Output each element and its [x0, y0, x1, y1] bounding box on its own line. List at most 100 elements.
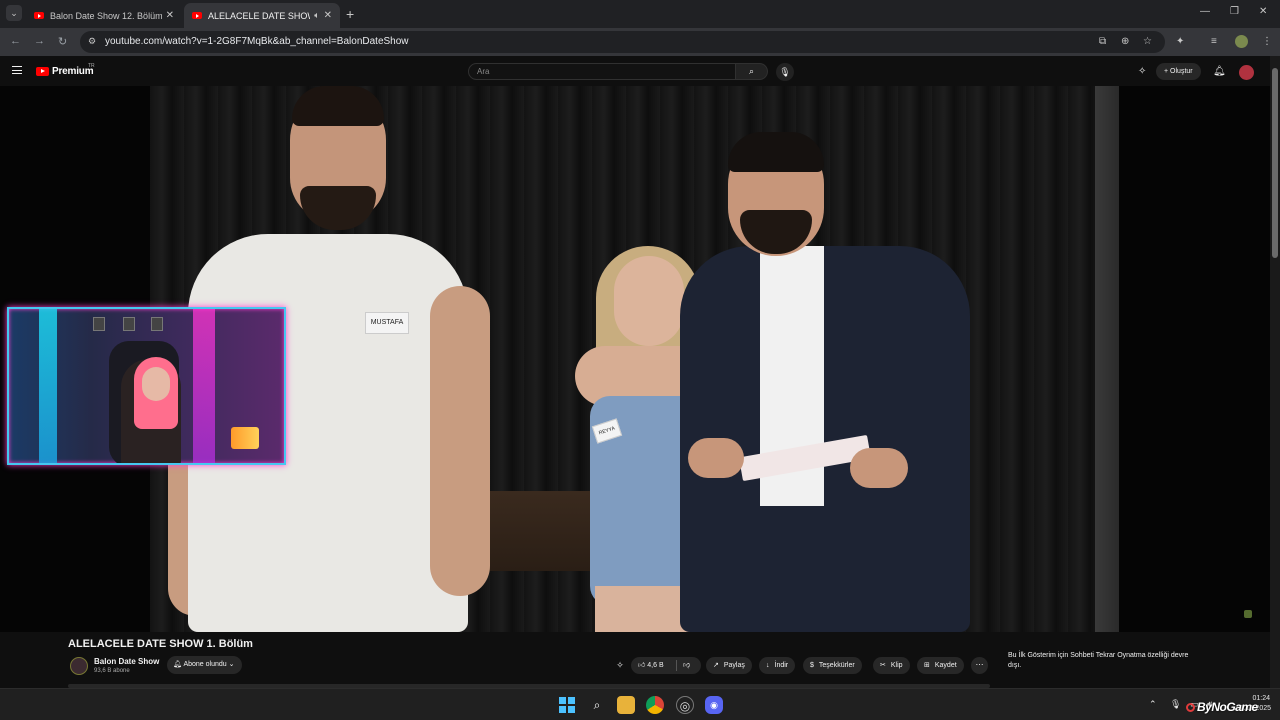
download-label: İndir	[774, 662, 789, 669]
address-bar[interactable]: ⚙ youtube.com/watch?v=1-2G8F7MqBk&ab_cha…	[80, 31, 1165, 53]
search-placeholder: Ara	[477, 67, 490, 76]
tab-search-icon[interactable]: ⌄	[6, 5, 22, 21]
webcam-wall-frame	[123, 317, 135, 331]
page-scrollbar-thumb[interactable]	[1272, 68, 1278, 258]
microphone-icon: 🎙︎	[779, 67, 791, 77]
bell-icon: 🔔︎	[173, 661, 184, 668]
video-person-left-hair	[292, 86, 384, 126]
chrome-icon[interactable]	[646, 696, 664, 714]
media-control-icon[interactable]: ≡	[1211, 36, 1217, 47]
share-icon: ↗	[713, 662, 719, 669]
close-tab-icon[interactable]: ✕	[166, 10, 174, 21]
obs-icon[interactable]: ◎	[676, 696, 694, 714]
search-icon[interactable]: ⌕	[588, 696, 606, 714]
webcam-overlay	[7, 307, 286, 465]
like-button[interactable]: 👍︎ 4,6 B	[638, 657, 664, 674]
video-person-middle-head	[614, 256, 684, 346]
channel-avatar[interactable]	[70, 657, 88, 675]
create-label: Oluştur	[1170, 68, 1193, 75]
channel-name[interactable]: Balon Date Show	[94, 657, 159, 666]
zoom-icon[interactable]: ⊕	[1121, 36, 1129, 47]
search-icon: ⌕	[748, 66, 755, 76]
chevron-down-icon: ⌄	[226, 661, 235, 668]
clip-button[interactable]: ✂ Klip	[873, 657, 910, 674]
download-icon: ↓	[766, 662, 770, 669]
browser-menu-icon[interactable]: ⋮	[1262, 36, 1272, 47]
forward-icon[interactable]: →	[34, 35, 45, 47]
youtube-favicon-icon	[34, 12, 44, 19]
windows-start-icon[interactable]	[559, 697, 575, 713]
address-url: youtube.com/watch?v=1-2G8F7MqBk&ab_chann…	[105, 36, 409, 47]
webcam-wall-frame	[151, 317, 163, 331]
notifications-bell-icon[interactable]: 🔔︎	[1213, 66, 1226, 77]
like-count: 4,6 B	[647, 662, 664, 669]
cast-icon[interactable]: ✧	[1138, 66, 1146, 77]
thanks-button[interactable]: $ Teşekkürler	[803, 657, 862, 674]
browser-tab-strip: ⌄ Balon Date Show 12. Bölüm - Y ✕ ALELAC…	[0, 0, 1280, 28]
install-app-icon[interactable]: ⧉	[1099, 36, 1106, 47]
guide-menu-icon[interactable]	[12, 66, 22, 74]
video-title: ALELACELE DATE SHOW 1. Bölüm	[68, 638, 253, 650]
watermark-text: ByNoGame	[1197, 700, 1258, 714]
download-button[interactable]: ↓ İndir	[759, 657, 796, 674]
page-scrollbar[interactable]	[1270, 56, 1280, 688]
browser-profile-avatar[interactable]	[1235, 35, 1248, 48]
close-window-icon[interactable]: ✕	[1259, 6, 1267, 17]
minimize-window-icon[interactable]: —	[1200, 6, 1210, 17]
dislike-button[interactable]: 👎︎	[683, 657, 690, 674]
channel-watermark-icon[interactable]	[1244, 610, 1252, 618]
discord-icon[interactable]: ◉	[705, 696, 723, 714]
share-label: Paylaş	[723, 662, 745, 669]
like-dislike-group: 👍︎ 4,6 B 👎︎	[631, 657, 701, 674]
video-person-left-arm-right	[430, 286, 490, 596]
video-frame-pillar	[1095, 86, 1119, 632]
microphone-tray-icon[interactable]: 🎙︎	[1170, 699, 1181, 710]
save-button[interactable]: ⊞ Kaydet	[917, 657, 964, 674]
screen: ⌄ Balon Date Show 12. Bölüm - Y ✕ ALELAC…	[0, 0, 1280, 720]
extensions-icon[interactable]: ✦	[1176, 36, 1184, 47]
chat-replay-disabled-note: Bu İlk Gösterim için Sohbeti Tekrar Oyna…	[1008, 652, 1189, 669]
scissors-icon: ✂	[880, 662, 886, 669]
video-person-right-hair	[728, 132, 824, 172]
webcam-heater	[231, 427, 259, 449]
webcam-led-light-right	[193, 309, 215, 463]
voice-search-button[interactable]: 🎙︎	[776, 63, 794, 81]
search-button[interactable]: ⌕	[736, 63, 768, 80]
audio-playing-icon[interactable]: 🔈︎	[314, 10, 319, 21]
site-info-icon[interactable]: ⚙	[88, 36, 98, 46]
video-info: ALELACELE DATE SHOW 1. Bölüm Balon Date …	[0, 632, 1270, 688]
create-button[interactable]: + Oluştur	[1156, 63, 1201, 80]
save-playlist-icon: ⊞	[924, 662, 930, 669]
subscribed-label: Abone olundu	[183, 661, 227, 668]
search-input[interactable]: Ara	[468, 63, 736, 80]
subscriber-count: 93,6 B abone	[94, 668, 130, 674]
tab-alelacele-date-show[interactable]: ALELACELE DATE SHOW 1. B 🔈︎ ✕	[184, 3, 340, 28]
subscribed-button[interactable]: 🔔︎ Abone olundu ⌄	[167, 656, 243, 674]
streamer-watermark: ByNoGame	[1186, 700, 1258, 714]
close-tab-icon[interactable]: ✕	[324, 10, 332, 21]
back-icon[interactable]: ←	[10, 35, 21, 47]
youtube-header: Premium TR Ara ⌕ 🎙︎ ✧ + Oluştur 🔔︎	[0, 56, 1280, 86]
reload-icon[interactable]: ↻	[58, 35, 67, 48]
save-label: Kaydet	[934, 662, 957, 669]
tab-label: ALELACELE DATE SHOW 1. B	[208, 10, 310, 21]
file-explorer-icon[interactable]	[617, 696, 635, 714]
show-hidden-icons-chevron-icon[interactable]: ⌃	[1149, 699, 1157, 710]
cast-sparkle-icon[interactable]: ✧	[612, 657, 628, 674]
more-actions-button[interactable]: ⋯	[971, 657, 988, 674]
restore-window-icon[interactable]: ❐	[1230, 6, 1239, 17]
video-hand-left	[688, 438, 744, 478]
region-code: TR	[88, 63, 95, 69]
name-tag-mustafa: MUSTAFA	[365, 312, 409, 334]
webcam-wall-frame	[93, 317, 105, 331]
youtube-favicon-icon	[192, 12, 202, 19]
super-thanks-icon: $	[810, 662, 814, 669]
thanks-label: Teşekkürler	[818, 662, 855, 669]
account-avatar[interactable]	[1239, 65, 1254, 80]
share-button[interactable]: ↗ Paylaş	[706, 657, 752, 674]
youtube-logo-icon[interactable]	[36, 67, 49, 76]
new-tab-icon[interactable]: +	[346, 6, 354, 22]
bookmark-star-icon[interactable]: ☆	[1143, 36, 1152, 47]
webcam-led-light-left	[39, 309, 57, 463]
tab-balon-date-show-12[interactable]: Balon Date Show 12. Bölüm - Y ✕	[26, 3, 182, 28]
